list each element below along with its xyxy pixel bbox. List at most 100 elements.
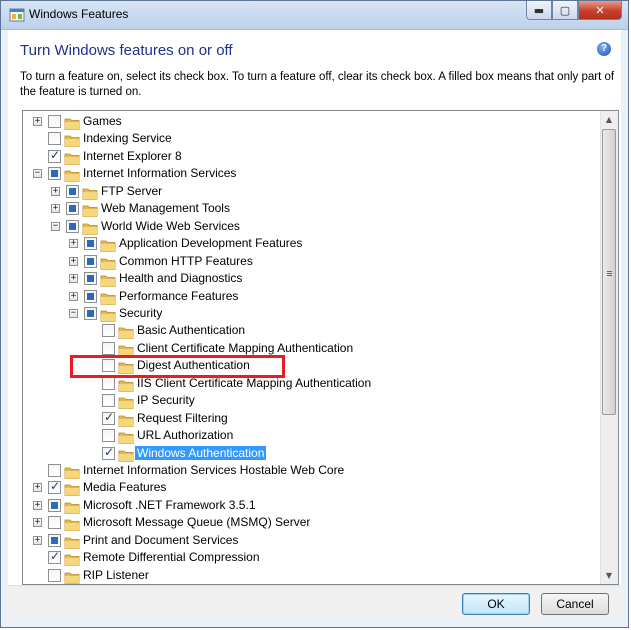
tree-row[interactable]: + Application Development Features (23, 235, 603, 253)
feature-label[interactable]: Microsoft .NET Framework 3.5.1 (83, 498, 256, 512)
feature-checkbox[interactable] (48, 167, 61, 181)
tree-row[interactable]: Windows Authentication (23, 445, 603, 462)
tree-row[interactable]: − Security (23, 305, 603, 322)
feature-checkbox[interactable] (84, 237, 97, 251)
scrollbar-thumb[interactable] (602, 129, 616, 415)
feature-label[interactable]: Indexing Service (83, 131, 172, 145)
feature-label[interactable]: Basic Authentication (137, 323, 245, 337)
feature-checkbox[interactable] (102, 324, 115, 338)
feature-checkbox[interactable] (48, 479, 61, 495)
feature-label[interactable]: Microsoft Message Queue (MSMQ) Server (83, 515, 310, 529)
feature-checkbox[interactable] (84, 289, 97, 303)
feature-label[interactable]: Windows Authentication (135, 445, 267, 460)
tree-row[interactable]: − World Wide Web Services (23, 218, 603, 235)
close-button[interactable]: ✕ (578, 1, 622, 20)
scroll-up-arrow-icon[interactable]: ▲ (601, 111, 617, 128)
feature-label[interactable]: Internet Information Services (83, 166, 236, 180)
tree-row[interactable]: Request Filtering (23, 410, 603, 427)
feature-checkbox[interactable] (48, 148, 61, 163)
feature-checkbox[interactable] (84, 254, 97, 268)
feature-checkbox[interactable] (48, 568, 61, 582)
feature-label[interactable]: Common HTTP Features (119, 254, 253, 268)
feature-checkbox[interactable] (102, 410, 115, 425)
tree-row[interactable]: + Web Management Tools (23, 200, 603, 218)
expand-icon[interactable]: + (51, 186, 60, 196)
expand-icon[interactable]: + (33, 500, 42, 510)
feature-label[interactable]: FTP Server (101, 184, 162, 198)
expand-icon[interactable]: + (69, 274, 78, 284)
feature-checkbox[interactable] (84, 306, 97, 320)
minimize-button[interactable]: ▬ (526, 1, 552, 20)
feature-label[interactable]: IP Security (137, 393, 195, 407)
feature-checkbox[interactable] (66, 219, 79, 233)
feature-label[interactable]: Print and Document Services (83, 533, 238, 547)
maximize-button[interactable]: ▢ (552, 1, 578, 20)
expand-icon[interactable]: + (69, 256, 78, 266)
feature-label[interactable]: Games (83, 114, 122, 128)
features-tree[interactable]: ▲ ▼ + Games Indexing Service Internet Explo… (22, 110, 619, 585)
tree-row[interactable]: Basic Authentication (23, 322, 603, 340)
cancel-button[interactable]: Cancel (541, 593, 609, 615)
feature-label[interactable]: URL Authorization (137, 428, 233, 442)
feature-checkbox[interactable] (48, 132, 61, 146)
tree-row[interactable]: RIP Listener (23, 567, 603, 584)
feature-label[interactable]: Security (119, 306, 162, 320)
feature-checkbox[interactable] (48, 115, 61, 128)
tree-row[interactable]: Internet Information Services Hostable W… (23, 462, 603, 479)
collapse-icon[interactable]: − (51, 221, 60, 231)
feature-checkbox[interactable] (48, 498, 61, 512)
feature-checkbox[interactable] (102, 429, 115, 443)
feature-label[interactable]: Health and Diagnostics (119, 271, 242, 285)
feature-label[interactable]: Internet Explorer 8 (83, 149, 182, 163)
feature-checkbox[interactable] (48, 533, 61, 547)
tree-row[interactable]: + Print and Document Services (23, 532, 603, 549)
expand-icon[interactable]: + (33, 483, 42, 493)
tree-row[interactable]: − Internet Information Services (23, 165, 603, 183)
feature-checkbox[interactable] (102, 341, 115, 355)
feature-checkbox[interactable] (84, 272, 97, 286)
tree-row[interactable]: Internet Explorer 8 (23, 148, 603, 165)
feature-label[interactable]: Remote Differential Compression (83, 550, 260, 564)
feature-label[interactable]: World Wide Web Services (101, 219, 240, 233)
tree-row[interactable]: + Health and Diagnostics (23, 270, 603, 287)
expand-icon[interactable]: + (51, 204, 60, 214)
tree-row[interactable]: + Media Features (23, 479, 603, 497)
feature-label[interactable]: Web Management Tools (101, 201, 230, 215)
feature-label[interactable]: Client Certificate Mapping Authenticatio… (137, 341, 353, 355)
feature-label[interactable]: Application Development Features (119, 236, 302, 250)
scroll-down-arrow-icon[interactable]: ▼ (601, 567, 617, 584)
expand-icon[interactable]: + (33, 535, 42, 545)
tree-row[interactable]: Indexing Service (23, 130, 603, 148)
tree-row[interactable]: Remote Differential Compression (23, 549, 603, 567)
title-bar[interactable]: Windows Features ▬ ▢ ✕ (1, 1, 628, 30)
feature-checkbox[interactable] (48, 516, 61, 530)
expand-icon[interactable]: + (69, 239, 78, 249)
feature-checkbox[interactable] (48, 464, 61, 477)
feature-label[interactable]: Media Features (83, 480, 166, 494)
collapse-icon[interactable]: − (33, 169, 42, 179)
feature-label[interactable]: Internet Information Services Hostable W… (83, 463, 344, 477)
tree-row[interactable]: + Performance Features (23, 288, 603, 305)
feature-checkbox[interactable] (102, 394, 115, 408)
help-icon[interactable]: ? (597, 42, 611, 56)
expand-icon[interactable]: + (33, 518, 42, 528)
tree-row[interactable]: + Common HTTP Features (23, 253, 603, 270)
tree-row[interactable]: + Microsoft Message Queue (MSMQ) Server (23, 514, 603, 532)
expand-icon[interactable]: + (69, 291, 78, 301)
expand-icon[interactable]: + (33, 117, 42, 126)
feature-checkbox[interactable] (48, 549, 61, 565)
ok-button[interactable]: OK (462, 593, 530, 615)
feature-checkbox[interactable] (102, 445, 115, 460)
collapse-icon[interactable]: − (69, 308, 78, 318)
tree-row[interactable]: + FTP Server (23, 183, 603, 200)
tree-row[interactable]: IP Security (23, 392, 603, 410)
feature-checkbox[interactable] (66, 202, 79, 216)
feature-label[interactable]: Request Filtering (137, 411, 228, 425)
tree-row[interactable]: + Games (23, 113, 603, 130)
feature-label[interactable]: Performance Features (119, 289, 238, 303)
tree-row[interactable]: + Microsoft .NET Framework 3.5.1 (23, 497, 603, 514)
feature-checkbox[interactable] (102, 376, 115, 390)
feature-label[interactable]: RIP Listener (83, 568, 149, 582)
tree-row[interactable]: URL Authorization (23, 427, 603, 444)
feature-checkbox[interactable] (66, 184, 79, 198)
